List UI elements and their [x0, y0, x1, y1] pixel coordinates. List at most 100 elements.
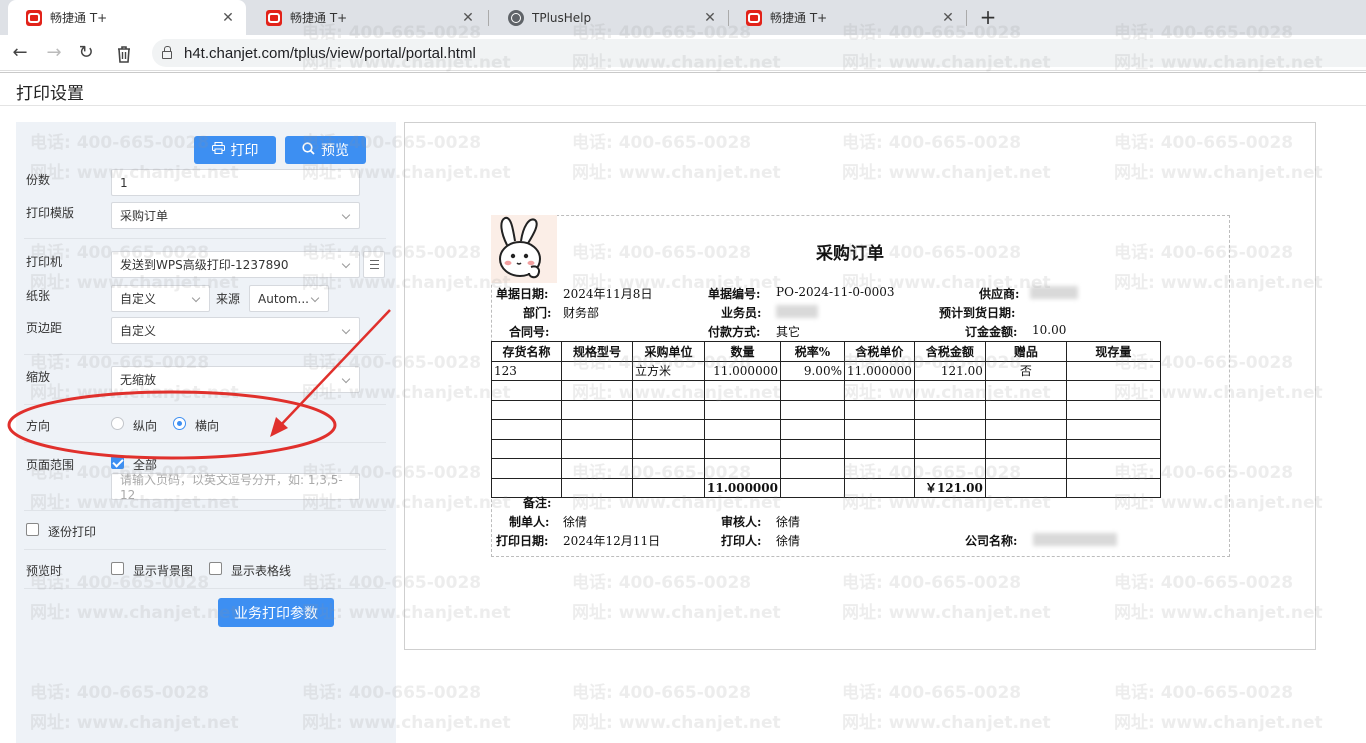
total-quantity: 11.000000	[704, 477, 781, 498]
lock-icon	[162, 46, 172, 59]
show-background-checkbox[interactable]	[111, 562, 124, 575]
all-pages-checkbox[interactable]	[111, 456, 124, 469]
zoom-select[interactable]: 无缩放	[111, 366, 360, 393]
show-background-label[interactable]: 显示背景图	[133, 562, 193, 579]
doc-date-label: 单据日期:	[496, 287, 549, 301]
print-date-label: 打印日期:	[496, 534, 549, 548]
divider	[24, 354, 386, 355]
new-tab-button[interactable]: +	[976, 4, 1000, 30]
url-text: h4t.chanjet.com/tplus/view/portal/portal…	[184, 44, 476, 62]
rabbit-logo-icon	[491, 215, 557, 283]
total-amount: ￥121.00	[913, 477, 986, 498]
printer-person-value: 徐倩	[776, 534, 801, 548]
copies-input[interactable]: 1	[111, 169, 360, 196]
col-header: 现存量	[1065, 341, 1161, 362]
contract-label: 合同号:	[509, 325, 550, 339]
redacted-company	[1033, 533, 1117, 546]
search-icon	[302, 141, 315, 159]
tab-label: 畅捷通 T+	[50, 11, 108, 25]
collate-label[interactable]: 逐份打印	[48, 523, 96, 540]
printer-person-label: 打印人:	[721, 534, 762, 548]
col-header: 数量	[704, 341, 781, 362]
chanjet-icon	[746, 9, 762, 26]
payment-value: 其它	[776, 325, 801, 339]
chanjet-icon	[266, 9, 282, 26]
watermark-phone: 电话: 400-665-0028	[572, 683, 752, 703]
company-name-label: 公司名称:	[965, 534, 1018, 548]
watermark-phone: 电话: 400-665-0028	[1114, 683, 1294, 703]
show-gridlines-checkbox[interactable]	[209, 562, 222, 575]
business-print-params-button[interactable]: 业务打印参数	[218, 598, 334, 627]
browser-tab-2[interactable]: 畅捷通 T+ ✕	[248, 0, 486, 35]
preview-button-label: 预览	[321, 143, 349, 159]
cell	[1065, 360, 1161, 381]
printer-label: 打印机	[26, 255, 63, 269]
close-icon[interactable]: ✕	[702, 10, 718, 26]
margin-select[interactable]: 自定义	[111, 317, 360, 344]
printer-icon	[211, 142, 225, 158]
tab-label: 畅捷通 T+	[770, 11, 828, 25]
template-select[interactable]: 采购订单	[111, 202, 360, 229]
list-icon[interactable]	[363, 251, 385, 278]
browser-address-bar: ← → ↻ h4t.chanjet.com/tplus/view/portal/…	[0, 35, 1366, 71]
page-range-input[interactable]: 请输入页码，以英文逗号分开，如: 1,3,5-12	[111, 473, 360, 502]
preview-options-label: 预览时	[26, 564, 63, 578]
table-row	[491, 458, 1161, 479]
cell: 11.000000	[704, 360, 781, 381]
source-select[interactable]: Autom...	[249, 285, 329, 312]
browser-tab-4[interactable]: 畅捷通 T+ ✕	[728, 0, 966, 35]
doc-number-value: PO-2024-11-0-0003	[776, 285, 895, 299]
cell: 立方米	[632, 360, 705, 381]
landscape-label[interactable]: 横向	[195, 417, 219, 434]
forward-button[interactable]: →	[42, 41, 66, 65]
landscape-radio[interactable]	[173, 417, 186, 430]
chanjet-icon	[26, 9, 42, 26]
cell: 11.000000	[843, 360, 915, 381]
show-gridlines-label[interactable]: 显示表格线	[231, 562, 291, 579]
back-button[interactable]: ←	[8, 41, 32, 65]
close-icon[interactable]: ✕	[940, 10, 956, 26]
table-row	[491, 419, 1161, 440]
template-label: 打印模版	[26, 206, 75, 220]
paper-select[interactable]: 自定义	[111, 285, 210, 312]
tab-separator	[966, 10, 967, 26]
divider	[24, 549, 386, 550]
col-header: 赠品	[984, 341, 1067, 362]
url-omnibox[interactable]: h4t.chanjet.com/tplus/view/portal/portal…	[152, 39, 1366, 67]
divider	[24, 238, 386, 239]
items-table: 存货名称 规格型号 采购单位 数量 税率% 含税单价 含税金额 赠品 现存量 1…	[491, 341, 1161, 498]
trash-icon[interactable]	[112, 41, 136, 65]
page-range-label: 页面范围	[26, 458, 75, 472]
watermark-site: 网址: www.chanjet.net	[572, 713, 781, 733]
deposit-value: 10.00	[1032, 323, 1067, 337]
doc-number-label: 单据编号:	[708, 287, 761, 301]
dept-label: 部门:	[523, 306, 552, 320]
reload-button[interactable]: ↻	[74, 41, 98, 65]
close-icon[interactable]: ✕	[460, 10, 476, 26]
col-header: 税率%	[779, 341, 845, 362]
cell	[561, 360, 633, 381]
globe-icon	[508, 9, 524, 26]
table-row	[491, 380, 1161, 401]
supplier-label: 供应商:	[979, 287, 1020, 301]
browser-tab-3[interactable]: TPlusHelp ✕	[490, 0, 728, 35]
arrival-date-label: 预计到货日期:	[939, 306, 1016, 320]
page-header: 打印设置	[0, 72, 1366, 106]
print-button[interactable]: 打印	[194, 136, 276, 164]
browser-tab-1[interactable]: 畅捷通 T+ ✕	[8, 0, 246, 35]
collate-checkbox[interactable]	[26, 523, 39, 536]
close-icon[interactable]: ✕	[220, 10, 236, 26]
portrait-radio[interactable]	[111, 417, 124, 430]
portrait-label[interactable]: 纵向	[133, 417, 157, 434]
preview-button[interactable]: 预览	[285, 136, 366, 164]
printer-select[interactable]: 发送到WPS高级打印-1237890	[111, 251, 360, 278]
table-header-row: 存货名称 规格型号 采购单位 数量 税率% 含税单价 含税金额 赠品 现存量	[491, 341, 1161, 362]
divider	[24, 588, 386, 589]
tab-separator	[488, 10, 489, 26]
remark-label: 备注:	[523, 496, 552, 510]
payment-label: 付款方式:	[708, 325, 761, 339]
browser-tab-bar: 畅捷通 T+ ✕ 畅捷通 T+ ✕ TPlusHelp ✕ 畅捷通 T+ ✕ +	[0, 0, 1366, 35]
reviewer-label: 审核人:	[721, 515, 762, 529]
dept-value: 财务部	[563, 306, 600, 320]
watermark-site: 网址: www.chanjet.net	[1114, 713, 1323, 733]
